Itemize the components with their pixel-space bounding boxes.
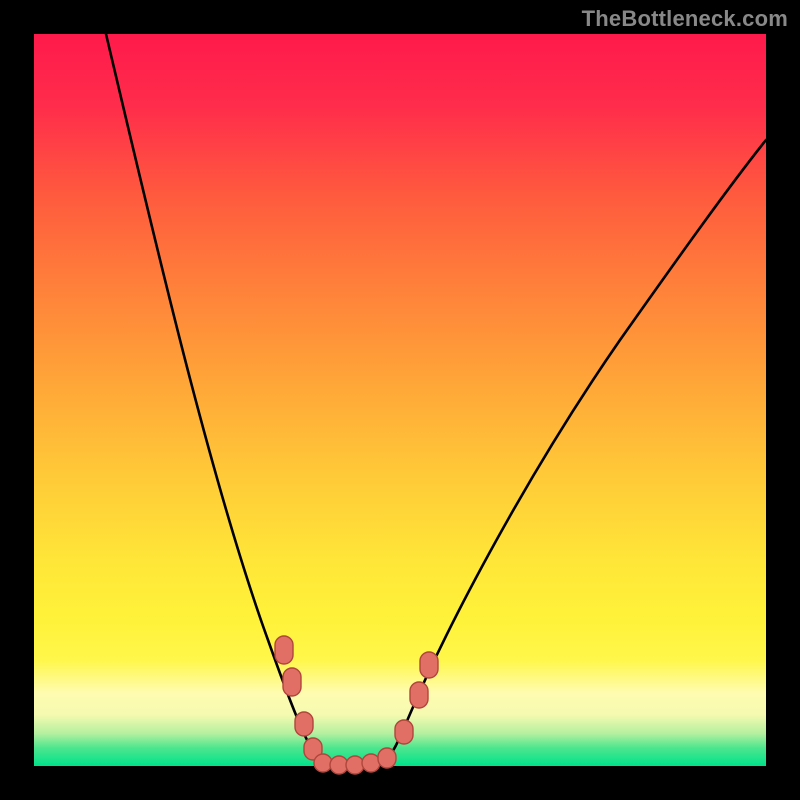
marker-dot: [295, 712, 313, 736]
marker-dot: [420, 652, 438, 678]
marker-dot: [410, 682, 428, 708]
chart-stage: TheBottleneck.com: [0, 0, 800, 800]
chart-svg: [0, 0, 800, 800]
marker-dot: [314, 754, 332, 772]
marker-dot: [283, 668, 301, 696]
marker-dot: [346, 756, 364, 774]
marker-dot: [362, 754, 380, 772]
watermark-text: TheBottleneck.com: [582, 6, 788, 32]
gradient-panel: [34, 34, 766, 766]
marker-dot: [378, 748, 396, 768]
marker-dot: [275, 636, 293, 664]
marker-dot: [395, 720, 413, 744]
